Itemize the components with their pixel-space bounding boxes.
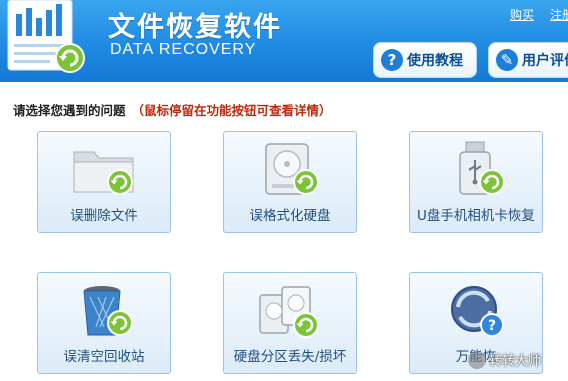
usb-recover-icon [459, 141, 505, 195]
recycle-bin-recover-icon [83, 286, 133, 336]
header-bar: 文件恢复软件 DATA RECOVERY 购买 注册 ? 使用教程 ✎ 用户评价 [0, 0, 568, 82]
register-link[interactable]: 注册 [550, 6, 568, 23]
watermark-text: 转转大师 [489, 354, 542, 369]
card-recycle-bin[interactable]: 误清空回收站 [37, 272, 171, 374]
card-deleted-files[interactable]: 误删除文件 [37, 131, 171, 233]
question-icon: ? [381, 49, 403, 71]
card-label: 误删除文件 [70, 208, 138, 224]
partition-recover-icon [259, 286, 319, 338]
tutorial-button-label: 使用教程 [407, 53, 463, 69]
card-usb-recovery[interactable]: U盘手机相机卡恢复 [409, 131, 543, 233]
app-title: 文件恢复软件 [108, 12, 282, 43]
universal-recover-icon: ? [451, 286, 504, 337]
problem-prompt: 请选择您遇到的问题 （鼠标停留在功能按钮可查看详情） [13, 100, 332, 119]
card-partition-recovery[interactable]: 硬盘分区丢失/损坏 [223, 272, 357, 374]
review-icon: ✎ [496, 49, 518, 71]
app-logo-icon [7, 0, 85, 73]
svg-text:?: ? [488, 318, 496, 334]
reviews-button-label: 用户评价 [522, 53, 568, 69]
watermark: 转转大师 [468, 350, 541, 369]
card-label: 误清空回收站 [63, 349, 145, 365]
reviews-button[interactable]: ✎ 用户评价 [488, 42, 568, 78]
card-label: 误格式化硬盘 [249, 208, 331, 224]
app-subtitle: DATA RECOVERY [110, 41, 257, 58]
card-label: 硬盘分区丢失/损坏 [233, 349, 347, 365]
buy-link[interactable]: 购买 [510, 6, 534, 23]
card-label: U盘手机相机卡恢复 [417, 208, 535, 224]
prompt-hint: （鼠标停留在功能按钮可查看详情） [131, 103, 332, 118]
card-formatted-disk[interactable]: 误格式化硬盘 [223, 131, 357, 233]
folder-recover-icon [73, 151, 134, 195]
hard-drive-recover-icon [265, 143, 319, 195]
watermark-logo-icon [468, 350, 486, 369]
app-window: 文件恢复软件 DATA RECOVERY 购买 注册 ? 使用教程 ✎ 用户评价… [0, 0, 568, 381]
prompt-question: 请选择您遇到的问题 [13, 103, 126, 118]
tutorial-button[interactable]: ? 使用教程 [373, 42, 477, 78]
